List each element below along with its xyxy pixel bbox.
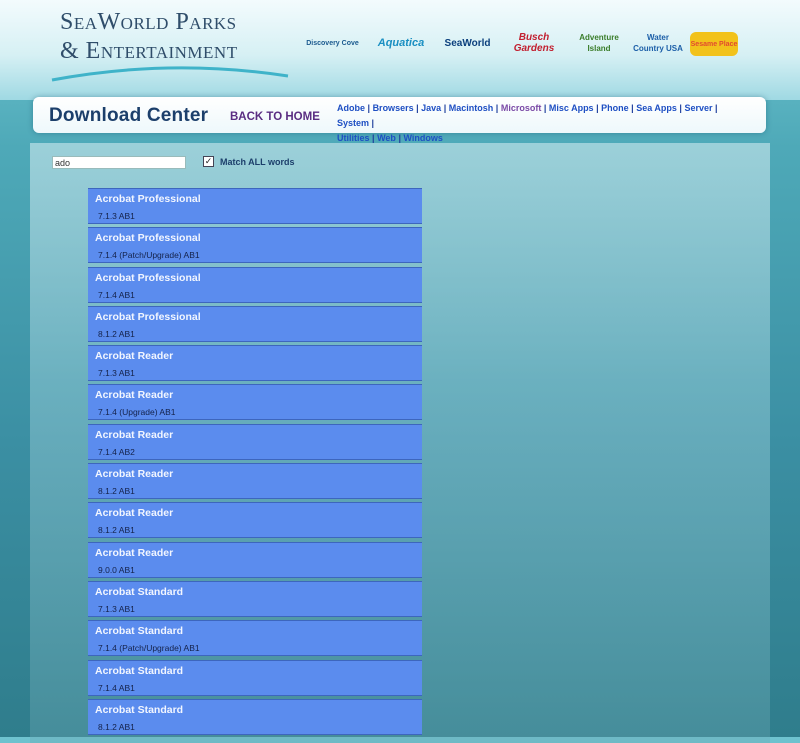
result-version: 8.1.2 AB1 xyxy=(98,328,135,339)
result-item[interactable]: Acrobat Reader 9.0.0 AB1 xyxy=(88,541,422,578)
category-windows[interactable]: Windows xyxy=(403,133,442,143)
category-links: Adobe | Browsers | Java | Macintosh | Mi… xyxy=(337,103,718,143)
result-name: Acrobat Professional xyxy=(95,310,201,323)
seaworld-logo[interactable]: SeaWorld xyxy=(440,22,495,64)
category-browsers[interactable]: Browsers xyxy=(373,103,414,113)
result-version: 8.1.2 AB1 xyxy=(98,721,135,732)
result-version: 7.1.3 AB1 xyxy=(98,368,135,379)
result-item[interactable]: Acrobat Reader 8.1.2 AB1 xyxy=(88,463,422,500)
water-country-usa-logo[interactable]: Water Country USA xyxy=(633,22,683,64)
result-version: 9.0.0 AB1 xyxy=(98,564,135,575)
category-web[interactable]: Web xyxy=(377,133,396,143)
match-all-label: Match ALL words xyxy=(220,157,295,167)
result-item[interactable]: Acrobat Reader 7.1.3 AB1 xyxy=(88,345,422,382)
nav-panel: Download Center BACK TO HOME Adobe | Bro… xyxy=(33,97,766,143)
match-all-checkbox[interactable]: ✓ xyxy=(203,156,214,167)
result-item[interactable]: Acrobat Professional 7.1.4 AB1 xyxy=(88,266,422,303)
search-input[interactable] xyxy=(52,156,186,169)
category-java[interactable]: Java xyxy=(421,103,441,113)
result-item[interactable]: Acrobat Reader 7.1.4 (Upgrade) AB1 xyxy=(88,384,422,421)
result-item[interactable]: Acrobat Standard 7.1.4 AB1 xyxy=(88,659,422,696)
result-version: 7.1.4 (Patch/Upgrade) AB1 xyxy=(98,643,200,654)
result-name: Acrobat Standard xyxy=(95,664,184,677)
content-area: ✓ Match ALL words Acrobat Professional 7… xyxy=(30,143,770,743)
category-system[interactable]: System xyxy=(337,118,369,128)
result-item[interactable]: Acrobat Reader 8.1.2 AB1 xyxy=(88,502,422,539)
result-item[interactable]: Acrobat Standard 7.1.3 AB1 xyxy=(88,580,422,617)
page-title: Download Center xyxy=(49,105,209,126)
result-version: 7.1.4 AB2 xyxy=(98,446,135,457)
category-misc-apps[interactable]: Misc Apps xyxy=(549,103,594,113)
site-header: SeaWorld Parks & Entertainment Discovery… xyxy=(0,0,800,100)
category-utilities[interactable]: Utilities xyxy=(337,133,370,143)
back-to-home-link[interactable]: BACK TO HOME xyxy=(230,111,320,123)
busch-gardens-logo[interactable]: Busch Gardens xyxy=(505,22,563,64)
result-name: Acrobat Professional xyxy=(95,193,201,205)
brand-swoosh-icon xyxy=(51,66,289,82)
result-item[interactable]: Acrobat Standard 8.1.2 AB1 xyxy=(88,698,422,735)
sesame-place-logo[interactable]: Sesame Place xyxy=(690,32,738,56)
seaworld-parks-logo[interactable]: SeaWorld Parks & Entertainment xyxy=(60,8,238,66)
result-version: 7.1.4 AB1 xyxy=(98,682,135,693)
result-version: 7.1.3 AB1 xyxy=(98,603,135,614)
category-microsoft[interactable]: Microsoft xyxy=(501,103,542,113)
result-name: Acrobat Reader xyxy=(95,507,174,520)
result-name: Acrobat Reader xyxy=(95,350,174,363)
category-phone[interactable]: Phone xyxy=(601,103,629,113)
park-logos: Discovery Cove Aquatica SeaWorld Busch G… xyxy=(300,22,750,67)
result-name: Acrobat Standard xyxy=(95,703,184,716)
result-item[interactable]: Acrobat Standard 7.1.4 (Patch/Upgrade) A… xyxy=(88,620,422,657)
result-item[interactable]: Acrobat Reader 7.1.4 AB2 xyxy=(88,423,422,460)
result-item[interactable]: Acrobat Professional 7.1.3 AB1 xyxy=(88,188,422,224)
result-name: Acrobat Reader xyxy=(95,428,174,441)
category-server[interactable]: Server xyxy=(684,103,712,113)
result-version: 8.1.2 AB1 xyxy=(98,486,135,497)
result-item[interactable]: Acrobat Professional 8.1.2 AB1 xyxy=(88,305,422,342)
category-sea-apps[interactable]: Sea Apps xyxy=(636,103,677,113)
result-name: Acrobat Reader xyxy=(95,468,174,481)
category-macintosh[interactable]: Macintosh xyxy=(449,103,494,113)
result-version: 7.1.4 (Upgrade) AB1 xyxy=(98,407,176,418)
category-adobe[interactable]: Adobe xyxy=(337,103,365,113)
result-version: 7.1.3 AB1 xyxy=(98,211,135,221)
result-version: 8.1.2 AB1 xyxy=(98,525,135,536)
results-list: Acrobat Professional 7.1.3 AB1 Acrobat P… xyxy=(88,188,422,738)
result-name: Acrobat Standard xyxy=(95,625,184,638)
brand-line-1: SeaWorld Parks xyxy=(60,9,237,35)
result-name: Acrobat Reader xyxy=(95,389,174,402)
result-name: Acrobat Professional xyxy=(95,232,201,245)
aquatica-logo[interactable]: Aquatica xyxy=(372,22,430,64)
result-version: 7.1.4 (Patch/Upgrade) AB1 xyxy=(98,250,200,261)
adventure-island-logo[interactable]: Adventure Island xyxy=(575,22,623,64)
result-name: Acrobat Professional xyxy=(95,271,201,284)
result-item[interactable]: Acrobat Professional 7.1.4 (Patch/Upgrad… xyxy=(88,227,422,264)
result-version: 7.1.4 AB1 xyxy=(98,289,135,300)
result-name: Acrobat Reader xyxy=(95,546,174,559)
result-name: Acrobat Standard xyxy=(95,585,184,598)
discovery-cove-logo[interactable]: Discovery Cove xyxy=(305,22,360,64)
